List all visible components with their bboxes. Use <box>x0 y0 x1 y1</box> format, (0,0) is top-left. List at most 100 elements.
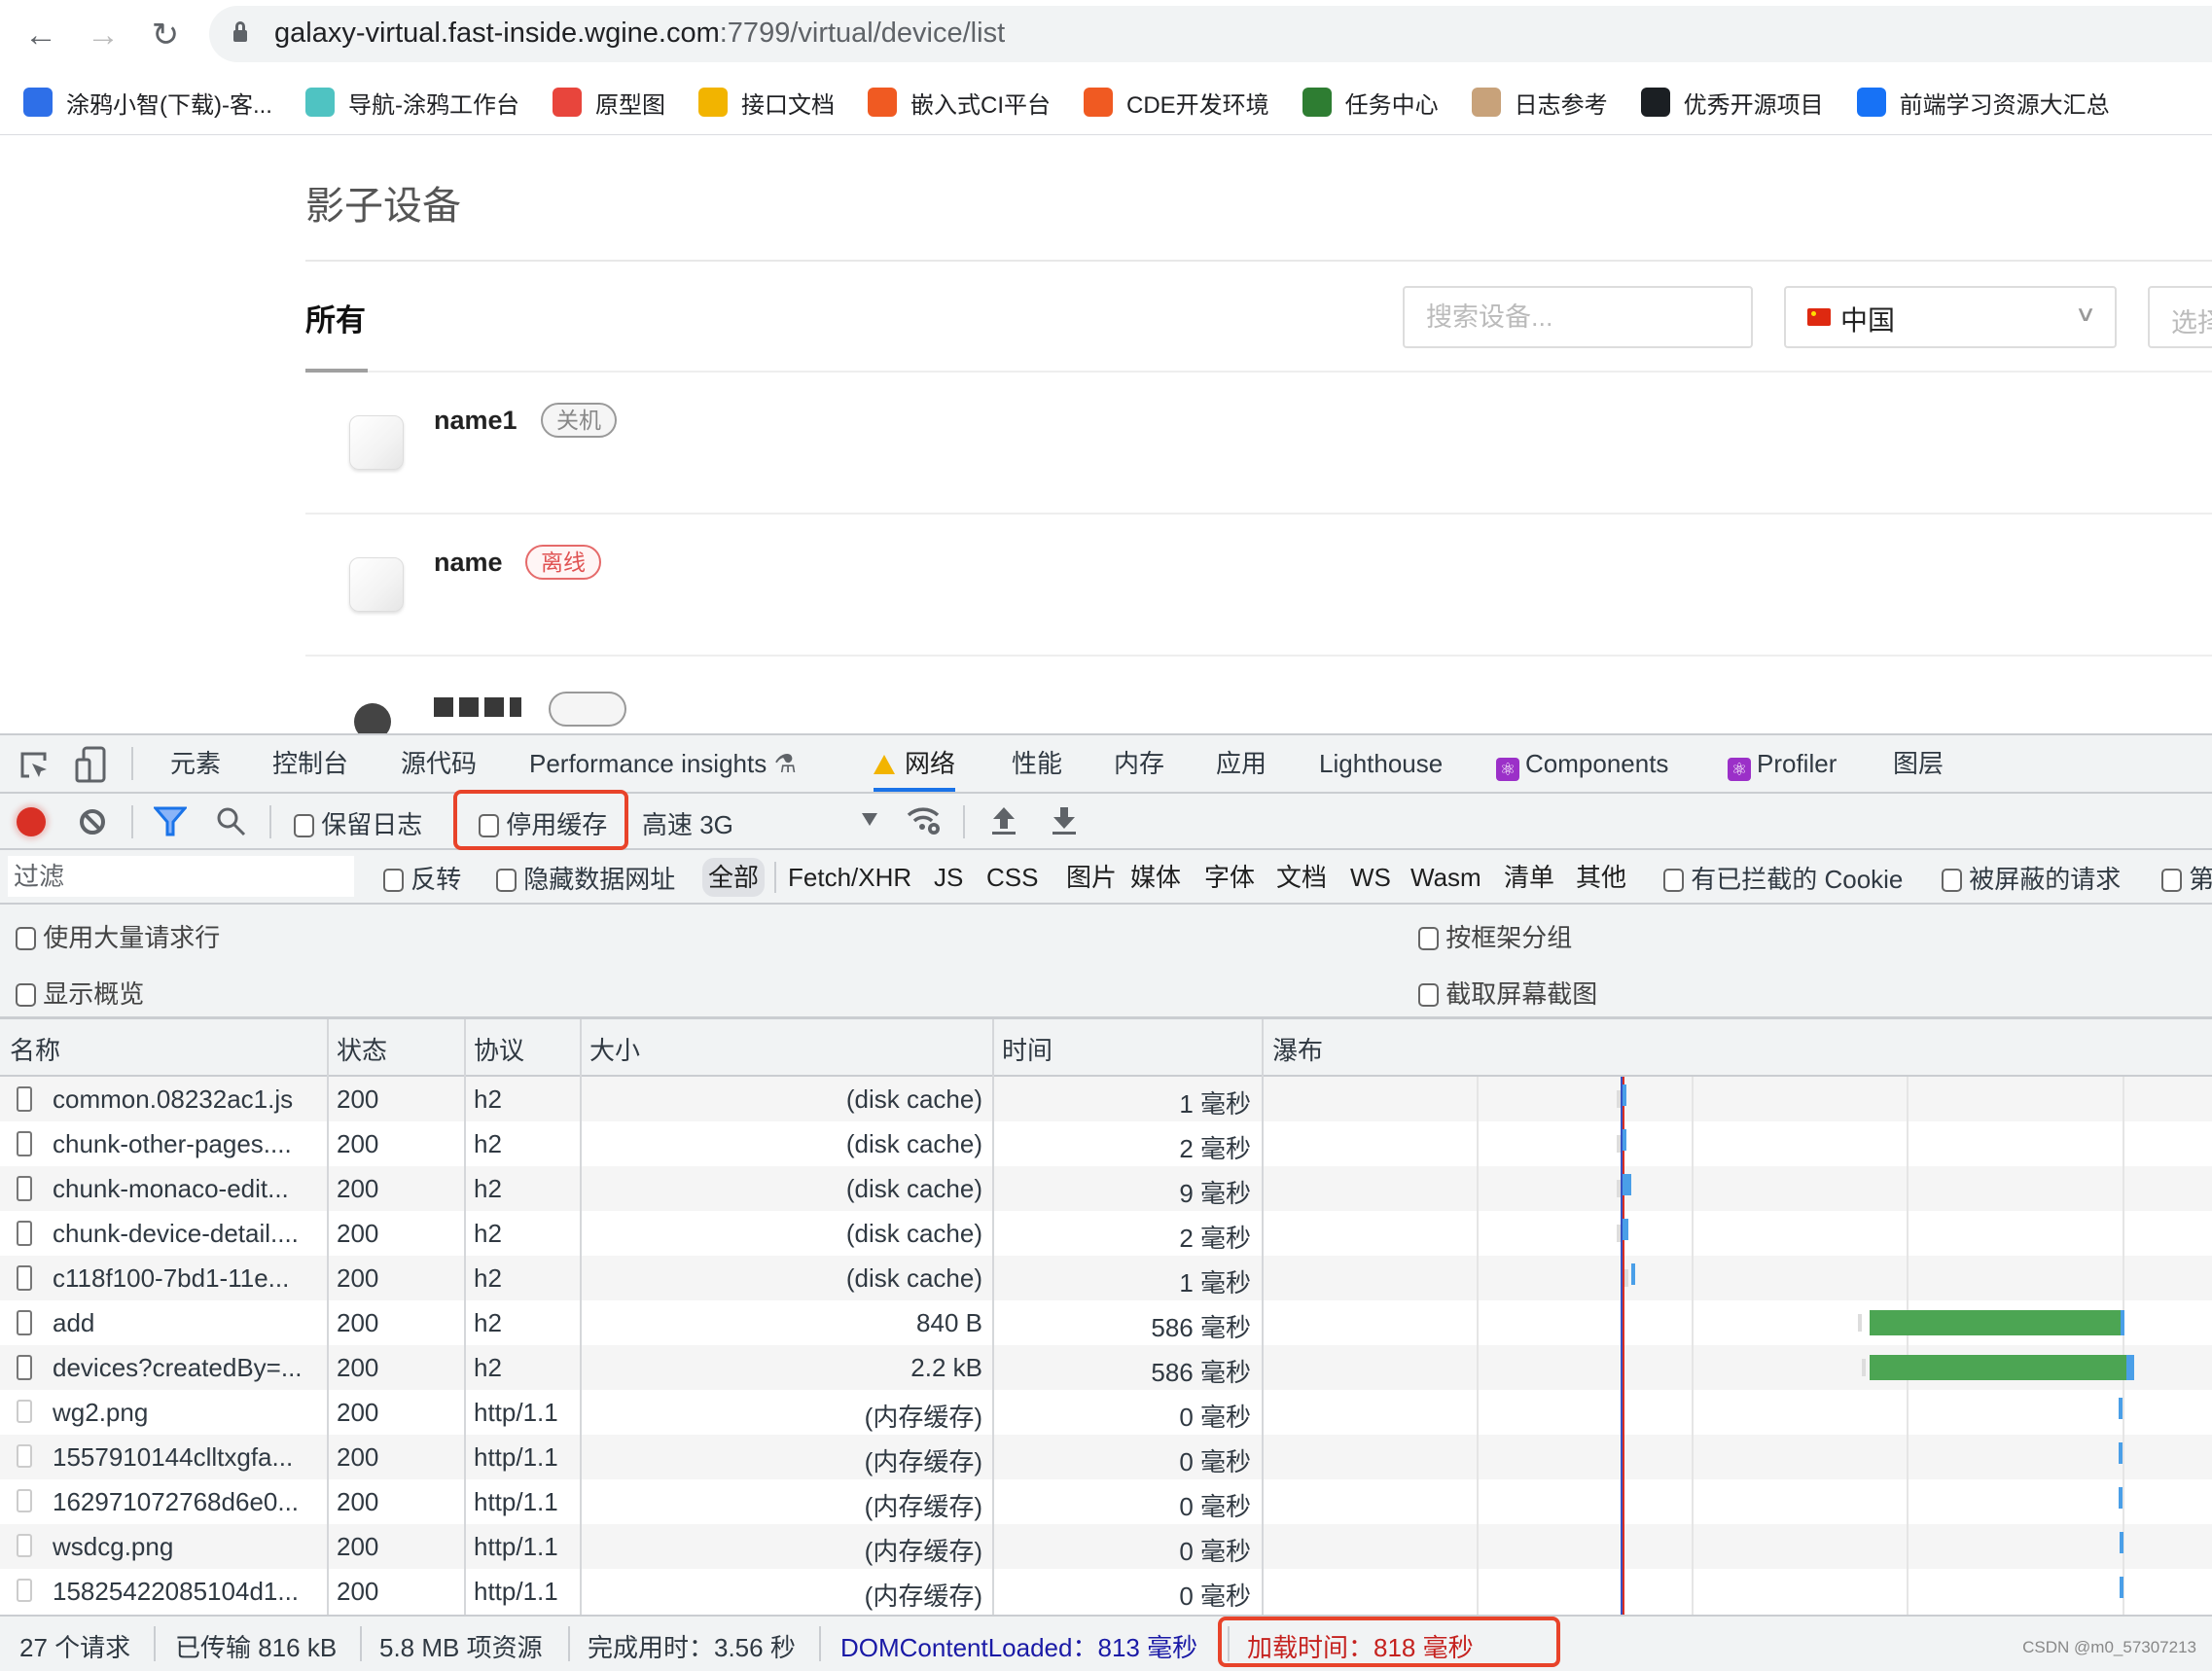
table-row[interactable]: wg2.png 200 http/1.1 (内存缓存) 0 毫秒 <box>0 1390 2212 1435</box>
devtools-tab[interactable]: ⚛ Profiler <box>1728 735 1837 792</box>
record-icon[interactable] <box>17 807 46 836</box>
column-header-time[interactable]: 时间 <box>1002 1031 1052 1067</box>
resource-type-filter[interactable]: WS <box>1350 858 1391 897</box>
devtools-tab[interactable]: Lighthouse <box>1319 735 1443 792</box>
large-rows-checkbox[interactable]: 使用大量请求行 <box>16 918 220 954</box>
table-row[interactable]: 162971072768d6e0... 200 http/1.1 (内存缓存) 0 毫秒 <box>0 1479 2212 1524</box>
column-divider[interactable] <box>464 1019 466 1615</box>
checkbox[interactable] <box>1418 927 1439 950</box>
resource-type-filter[interactable]: 媒体 <box>1130 858 1181 897</box>
waterfall-download-bar[interactable] <box>1623 1129 1626 1151</box>
inspect-element-icon[interactable] <box>18 749 51 782</box>
checkbox[interactable] <box>16 983 36 1007</box>
table-row[interactable]: wsdcg.png 200 http/1.1 (内存缓存) 0 毫秒 <box>0 1524 2212 1569</box>
column-header-waterfall[interactable]: 瀑布 <box>1272 1031 1323 1067</box>
waterfall-download-bar[interactable] <box>2126 1355 2134 1380</box>
network-conditions-icon[interactable] <box>907 803 944 836</box>
devtools-tab[interactable]: Performance insights ⚗ <box>529 735 797 792</box>
bookmark-item[interactable]: 嵌入式CI平台 <box>867 86 1051 120</box>
preserve-log-checkbox[interactable]: 保留日志 <box>294 805 422 841</box>
devtools-tab[interactable]: 元素 <box>170 735 221 792</box>
waterfall-waiting-bar[interactable] <box>1870 1355 2126 1380</box>
capture-screenshots-checkbox[interactable]: 截取屏幕截图 <box>1418 975 1597 1011</box>
resource-type-filter[interactable]: 其他 <box>1576 858 1626 897</box>
waterfall-waiting-bar[interactable] <box>1870 1310 2121 1335</box>
bookmark-item[interactable]: 前端学习资源大汇总 <box>1856 86 2110 120</box>
table-row[interactable]: c118f100-7bd1-11e... 200 h2 (disk cache) 1 毫… <box>0 1256 2212 1300</box>
checkbox[interactable] <box>294 814 314 837</box>
forward-arrow-icon[interactable]: → <box>82 14 125 56</box>
show-overview-checkbox[interactable]: 显示概览 <box>16 975 144 1011</box>
hide-data-urls-checkbox[interactable]: 隐藏数据网址 <box>496 860 675 896</box>
bookmark-item[interactable]: CDE开发环境 <box>1083 86 1269 120</box>
bookmark-item[interactable]: 涂鸦小智(下载)-客... <box>23 86 272 120</box>
column-divider[interactable] <box>992 1019 994 1615</box>
search-device-input[interactable] <box>1403 286 1753 348</box>
waterfall-download-bar[interactable] <box>2119 1487 2123 1509</box>
resource-type-filter[interactable]: 文档 <box>1276 858 1327 897</box>
third-party-checkbox[interactable]: 第 <box>2161 860 2212 896</box>
bookmark-item[interactable]: 接口文档 <box>697 86 835 120</box>
tab-all[interactable]: 所有 <box>305 296 366 339</box>
table-row[interactable]: chunk-device-detail.... 200 h2 (disk cache)… <box>0 1211 2212 1256</box>
device-list-item[interactable]: name 离线 <box>305 515 2212 657</box>
table-row[interactable]: common.08232ac1.js 200 h2 (disk cache) 1 毫秒 <box>0 1077 2212 1121</box>
column-header-status[interactable]: 状态 <box>337 1031 387 1067</box>
resource-type-filter[interactable]: 清单 <box>1504 858 1554 897</box>
waterfall-download-bar[interactable] <box>1623 1084 1626 1106</box>
resource-type-filter[interactable]: JS <box>934 858 963 897</box>
checkbox[interactable] <box>1663 869 1684 892</box>
device-list-item[interactable]: name1 关机 <box>305 373 2212 515</box>
devtools-tab[interactable]: 源代码 <box>401 735 477 792</box>
checkbox[interactable] <box>1942 869 1962 892</box>
blocked-cookies-checkbox[interactable]: 有已拦截的 Cookie <box>1663 860 1903 896</box>
resource-type-filter[interactable]: 字体 <box>1204 858 1255 897</box>
url-text[interactable]: galaxy-virtual.fast-inside.wgine.com:779… <box>274 14 1005 53</box>
third-select[interactable]: 选择 <box>2148 286 2212 348</box>
column-header-protocol[interactable]: 协议 <box>474 1031 524 1067</box>
search-icon[interactable] <box>216 806 247 837</box>
resource-type-filter[interactable]: 图片 <box>1066 858 1117 897</box>
export-har-icon[interactable] <box>1051 805 1078 836</box>
devtools-tab[interactable]: ⚛ Components <box>1496 735 1668 792</box>
waterfall-download-bar[interactable] <box>2121 1310 2124 1335</box>
throttling-select[interactable]: 高速 3G <box>642 805 733 841</box>
column-divider[interactable] <box>1262 1019 1264 1615</box>
import-har-icon[interactable] <box>990 805 1017 836</box>
checkbox[interactable] <box>16 927 36 950</box>
table-row[interactable]: chunk-monaco-edit... 200 h2 (disk cache) 9 毫… <box>0 1166 2212 1211</box>
devtools-tab[interactable]: 性能 <box>1012 735 1062 792</box>
checkbox[interactable] <box>2161 869 2182 892</box>
devtools-tab[interactable]: 网络 <box>874 735 956 792</box>
waterfall-download-bar[interactable] <box>1623 1174 1631 1195</box>
bookmark-item[interactable]: 导航-涂鸦工作台 <box>304 86 519 120</box>
reload-icon[interactable]: ↻ <box>144 14 187 56</box>
dropdown-arrow-icon[interactable] <box>862 813 877 826</box>
column-divider[interactable] <box>580 1019 582 1615</box>
checkbox[interactable] <box>383 869 404 892</box>
waterfall-download-bar[interactable] <box>1623 1219 1628 1240</box>
resource-type-filter[interactable]: Fetch/XHR <box>788 858 911 897</box>
column-divider[interactable] <box>327 1019 329 1615</box>
filter-input[interactable] <box>8 856 354 897</box>
bookmark-item[interactable]: 原型图 <box>552 86 665 120</box>
waterfall-download-bar[interactable] <box>2119 1442 2123 1464</box>
clear-icon[interactable] <box>78 807 107 836</box>
waterfall-download-bar[interactable] <box>1631 1263 1635 1285</box>
waterfall-download-bar[interactable] <box>2120 1577 2123 1598</box>
lock-icon[interactable] <box>233 21 247 43</box>
blocked-requests-checkbox[interactable]: 被屏蔽的请求 <box>1942 860 2121 896</box>
waterfall-download-bar[interactable] <box>2120 1532 2123 1553</box>
column-header-size[interactable]: 大小 <box>589 1031 640 1067</box>
checkbox[interactable] <box>1418 983 1439 1007</box>
country-select[interactable]: 中国 ∨ <box>1784 286 2117 348</box>
devtools-tab[interactable]: 控制台 <box>272 735 348 792</box>
bookmark-item[interactable]: 优秀开源项目 <box>1640 86 1824 120</box>
invert-checkbox[interactable]: 反转 <box>383 860 461 896</box>
table-row[interactable]: 15825422085104d1... 200 http/1.1 (内存缓存) 0 毫秒 <box>0 1569 2212 1614</box>
devtools-tab[interactable]: 内存 <box>1114 735 1164 792</box>
waterfall-download-bar[interactable] <box>2119 1398 2123 1419</box>
checkbox[interactable] <box>496 869 517 892</box>
resource-type-filter[interactable]: Wasm <box>1410 858 1481 897</box>
filter-icon[interactable] <box>154 806 187 837</box>
